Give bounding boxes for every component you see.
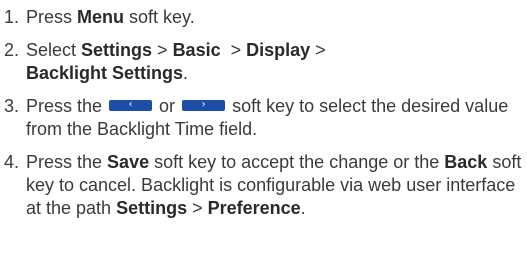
text: Press the (26, 152, 108, 172)
step-text: Press the ‹ or › soft key to select the … (26, 95, 527, 141)
step-2: 2. Select Settings > Basic > Display > Ba… (4, 39, 527, 85)
step-text: Press the Save soft key to accept the ch… (26, 151, 527, 220)
right-arrow-softkey-icon: › (182, 99, 226, 111)
basic-label: Basic (172, 40, 221, 60)
back-key-label: Back (444, 152, 488, 172)
settings-label: Settings (81, 40, 153, 60)
instruction-steps: 1. Press Menu soft key. 2. Select Settin… (0, 0, 527, 220)
text: soft key to accept the change or the (149, 152, 445, 172)
step-text: Select Settings > Basic > Display > Backl… (26, 39, 527, 85)
text: . (183, 63, 189, 83)
text: > (310, 40, 326, 60)
display-label: Display (246, 40, 311, 60)
text: > (220, 40, 247, 60)
text: > (152, 40, 173, 60)
step-number: 1. (4, 7, 20, 27)
text: Press the (26, 96, 108, 116)
text: soft key. (124, 7, 195, 27)
save-key-label: Save (107, 152, 150, 172)
step-number: 2. (4, 40, 20, 60)
step-3: 3. Press the ‹ or › soft key to select t… (4, 95, 527, 141)
text: Select (26, 40, 82, 60)
step-4: 4. Press the Save soft key to accept the… (4, 151, 527, 220)
settings-label: Settings (116, 198, 188, 218)
text: > (187, 198, 208, 218)
step-text: Press Menu soft key. (26, 6, 527, 29)
step-number: 4. (4, 152, 20, 172)
text: or (154, 96, 181, 116)
preference-label: Preference (207, 198, 301, 218)
step-1: 1. Press Menu soft key. (4, 6, 527, 29)
left-arrow-softkey-icon: ‹ (109, 99, 153, 111)
backlight-settings-label: Backlight Settings (26, 63, 184, 83)
text: . (300, 198, 306, 218)
text: Press (26, 7, 78, 27)
menu-key-label: Menu (77, 7, 125, 27)
step-number: 3. (4, 96, 20, 116)
